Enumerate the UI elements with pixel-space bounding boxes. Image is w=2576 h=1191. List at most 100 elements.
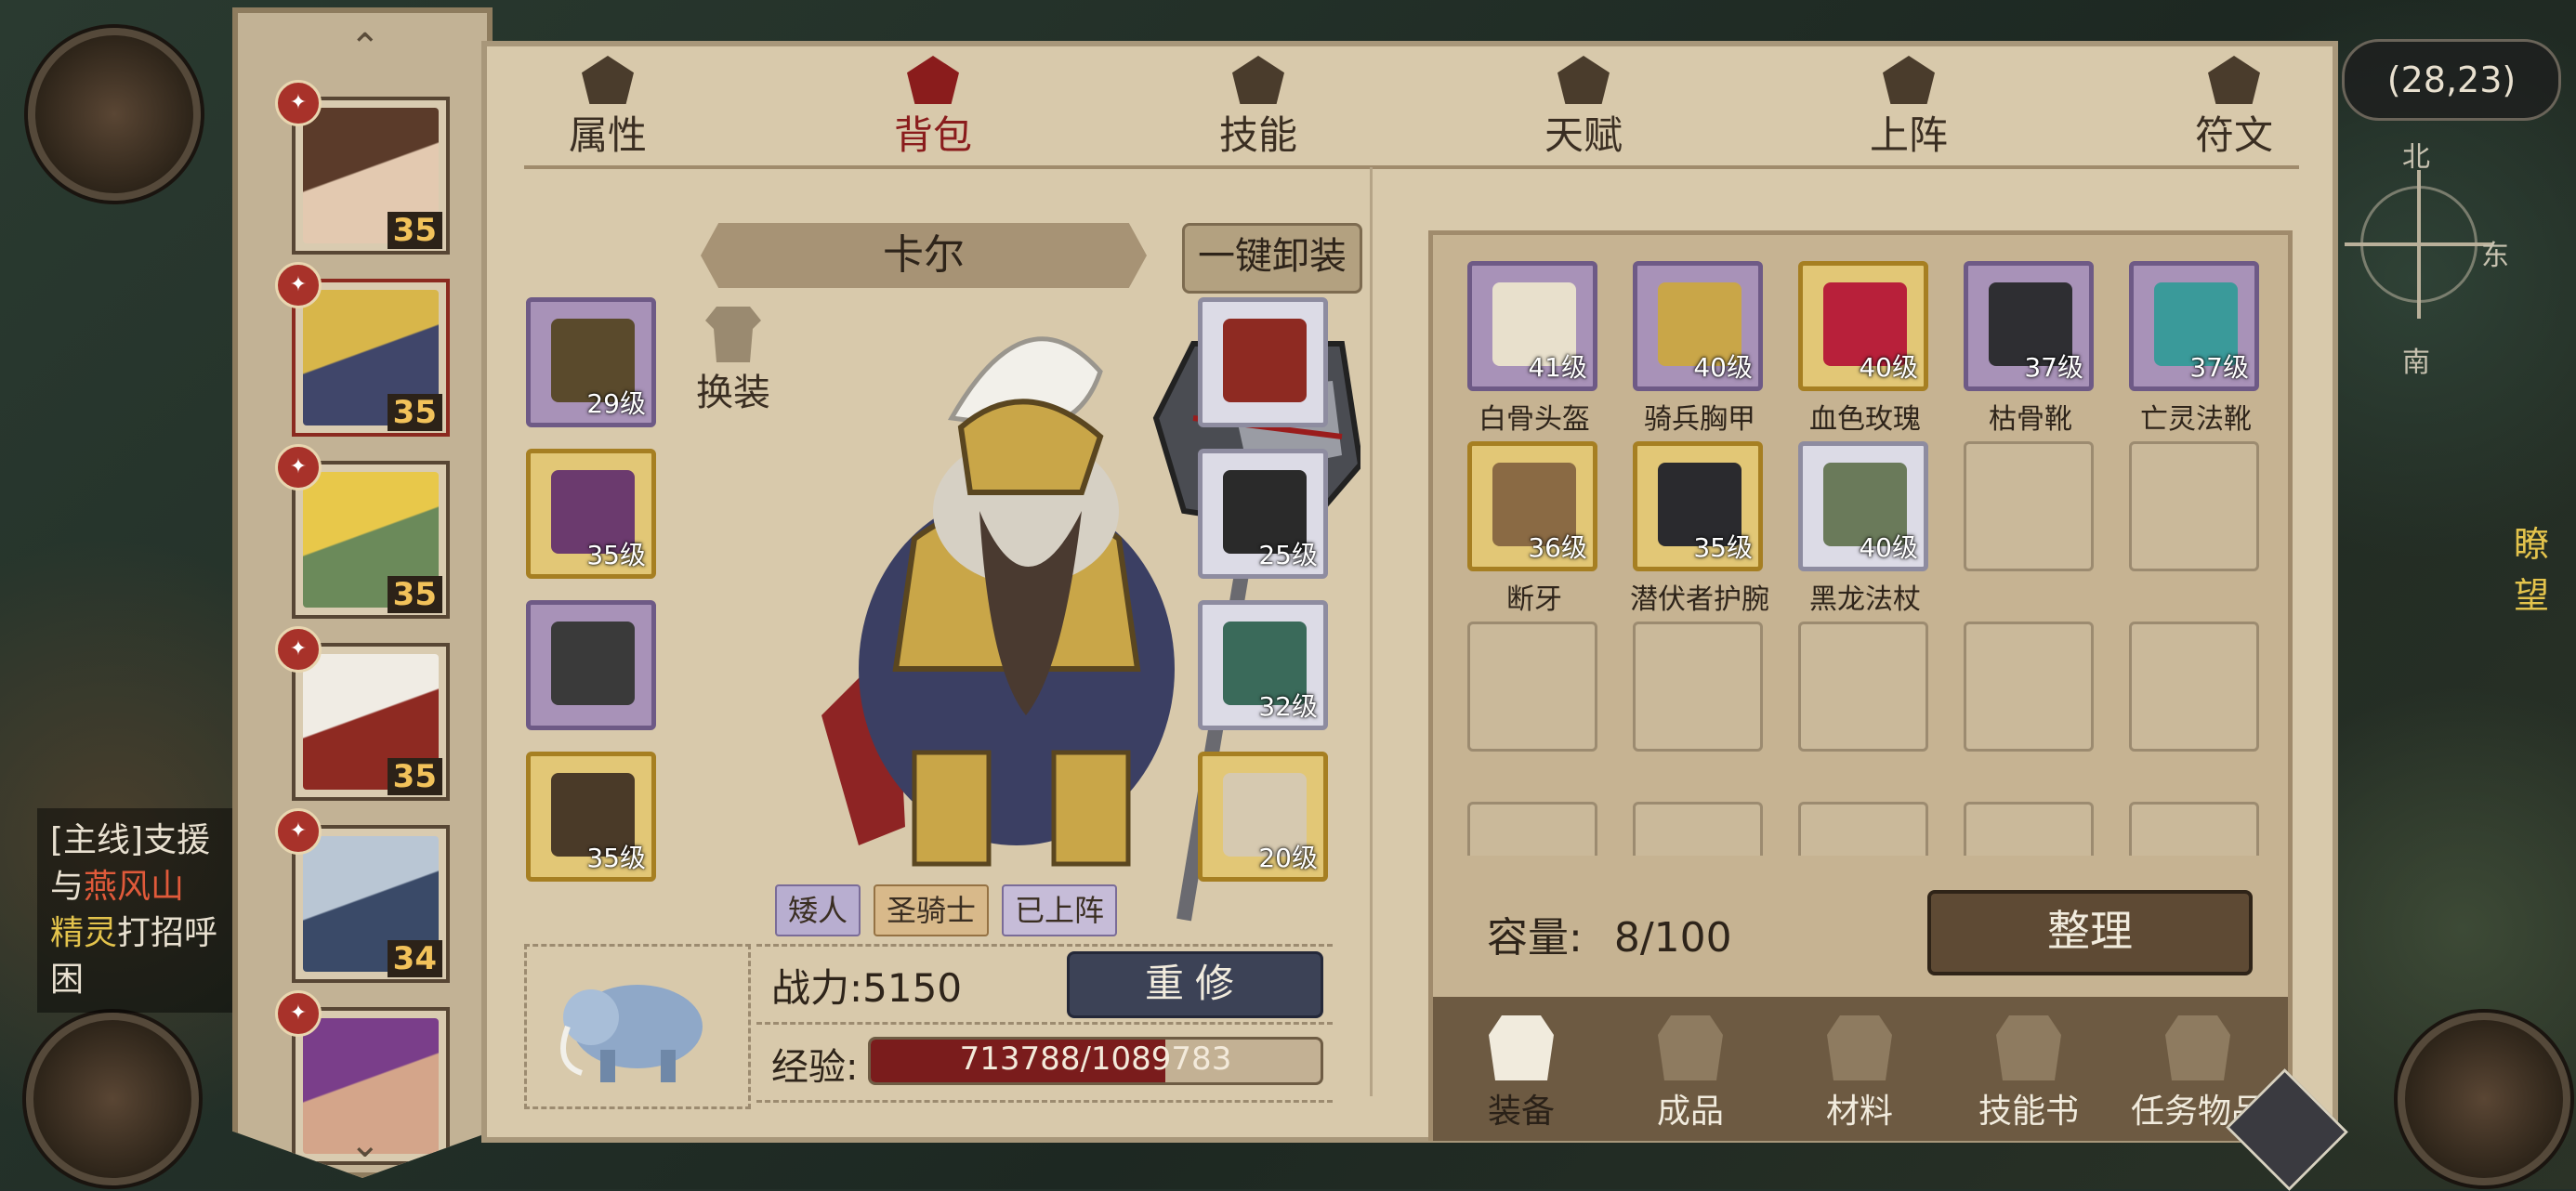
character-tag: 已上阵 bbox=[1002, 884, 1118, 936]
watch-label[interactable]: 瞭望 bbox=[2514, 516, 2576, 618]
empty-slot-frame bbox=[2129, 441, 2259, 571]
tab-3[interactable]: 技能 bbox=[1189, 56, 1328, 161]
equipment-slot[interactable]: 20级 bbox=[1198, 752, 1328, 882]
hero-card[interactable]: ✦ 35 bbox=[275, 262, 450, 437]
equipment-slot[interactable] bbox=[526, 600, 656, 730]
empty-inventory-slot[interactable] bbox=[1630, 802, 1769, 856]
quest-action: 打招呼 bbox=[117, 914, 218, 952]
inventory-item[interactable]: 36级断牙 bbox=[1465, 441, 1604, 618]
empty-inventory-slot[interactable] bbox=[1465, 802, 1604, 856]
tab-label: 符文 bbox=[2194, 112, 2273, 158]
quest-location: 燕风山 bbox=[84, 868, 185, 906]
compass-rose-icon bbox=[2345, 170, 2493, 319]
equipment-slot[interactable]: 37级 bbox=[2129, 261, 2259, 391]
tab-icon bbox=[2208, 56, 2260, 104]
tab-5[interactable]: 上阵 bbox=[1839, 56, 1978, 161]
tab-4[interactable]: 天赋 bbox=[1514, 56, 1653, 161]
divider bbox=[756, 1022, 1333, 1025]
hero-card[interactable]: ✦ 35 bbox=[275, 80, 450, 255]
tab-label: 上阵 bbox=[1869, 112, 1948, 158]
empty-inventory-slot[interactable] bbox=[1630, 622, 1769, 798]
equipment-slot[interactable]: 35级 bbox=[526, 752, 656, 882]
quest-text-tail: 困 bbox=[50, 961, 85, 999]
inventory-item[interactable]: 40级骑兵胸甲 bbox=[1630, 261, 1769, 438]
category-tab[interactable]: 技能书 bbox=[1950, 1015, 2108, 1132]
coordinate-display: (28,23) bbox=[2342, 39, 2561, 121]
empty-inventory-slot[interactable] bbox=[1465, 622, 1604, 798]
town-button[interactable] bbox=[2398, 1013, 2570, 1185]
tab-label: 背包 bbox=[893, 112, 972, 158]
tab-6[interactable]: 符文 bbox=[2164, 56, 2304, 161]
empty-inventory-slot[interactable] bbox=[1795, 622, 1935, 798]
category-icon bbox=[2165, 1015, 2230, 1080]
empty-slot-frame bbox=[1798, 802, 1928, 856]
equipment-slot[interactable]: 32级 bbox=[1198, 600, 1328, 730]
hero-level: 34 bbox=[387, 940, 442, 977]
item-name: 血色玫瑰 bbox=[1809, 403, 1921, 436]
mammoth-pet-icon bbox=[560, 985, 703, 1082]
hero-card[interactable]: ✦ 35 bbox=[275, 444, 450, 619]
empty-inventory-slot[interactable] bbox=[1961, 802, 2100, 856]
swap-outfit-button[interactable]: 换装 bbox=[682, 307, 784, 416]
bottom-left-menu-button[interactable] bbox=[26, 1013, 199, 1185]
equipment-slot[interactable]: 35级 bbox=[526, 449, 656, 579]
inventory-item[interactable]: 37级 亡灵法靴 bbox=[2126, 261, 2264, 438]
tab-label: 属性 bbox=[568, 112, 647, 158]
tab-bar: 属性 背包 技能 天赋 上阵 符文 bbox=[487, 46, 2333, 158]
hero-card[interactable]: ✦ 35 bbox=[275, 626, 450, 801]
item-name: 断牙 bbox=[1506, 583, 1562, 616]
equipment-slot[interactable]: 35级 bbox=[1633, 441, 1763, 571]
category-tab[interactable]: 材料 bbox=[1781, 1015, 1939, 1132]
empty-slot-frame bbox=[1467, 622, 1597, 752]
hero-card[interactable]: ✦ 34 bbox=[275, 808, 450, 983]
tab-1[interactable]: 属性 bbox=[538, 56, 677, 161]
panel-divider bbox=[1370, 167, 1373, 1096]
scroll-up-arrow-icon[interactable]: ⌃ bbox=[349, 26, 381, 69]
empty-inventory-slot[interactable] bbox=[2126, 802, 2264, 856]
sort-button[interactable]: 整理 bbox=[1927, 890, 2253, 975]
equipment-slot[interactable]: 40级 bbox=[1633, 261, 1763, 391]
scroll-down-arrow-icon[interactable]: ⌄ bbox=[349, 1123, 381, 1166]
equipment-slot[interactable] bbox=[1198, 297, 1328, 427]
empty-inventory-slot[interactable] bbox=[1961, 441, 2100, 618]
equipment-slot[interactable]: 36级 bbox=[1467, 441, 1597, 571]
equipment-slot[interactable]: 41级 bbox=[1467, 261, 1597, 391]
empty-slot-frame bbox=[1633, 622, 1763, 752]
quest-npc: 精灵 bbox=[50, 914, 118, 952]
item-level: 37级 bbox=[2189, 352, 2249, 383]
inventory-item[interactable]: 40级血色玫瑰 bbox=[1795, 261, 1935, 438]
exp-value: 713788/1089783 bbox=[959, 1040, 1232, 1078]
category-tab[interactable]: 装备 bbox=[1442, 1015, 1600, 1132]
equipment-slot[interactable]: 25级 bbox=[1198, 449, 1328, 579]
empty-inventory-slot[interactable] bbox=[2126, 441, 2264, 618]
rebuild-button[interactable]: 重修 bbox=[1067, 951, 1323, 1018]
hero-list[interactable]: ⌃ ✦ 35 ✦ 35 ✦ 35 ✦ 35 ✦ 34 ✦ ⌄ bbox=[232, 7, 493, 1178]
tab-divider bbox=[524, 165, 2299, 169]
equipment-slot[interactable]: 40级 bbox=[1798, 261, 1928, 391]
equipment-slot[interactable]: 29级 bbox=[526, 297, 656, 427]
quest-tag: [主线]支援 bbox=[50, 821, 211, 859]
character-tag: 矮人 bbox=[775, 884, 861, 936]
quest-tracker[interactable]: [主线]支援 与燕风山 精灵打招呼 困 bbox=[37, 808, 232, 1013]
empty-inventory-slot[interactable] bbox=[2126, 622, 2264, 798]
category-label: 技能书 bbox=[1978, 1093, 2079, 1131]
character-panel: 属性 背包 技能 天赋 上阵 符文 卡尔 一键卸装 换装 29级 35级 35级 25级 32级… bbox=[481, 41, 2338, 1143]
inventory-item[interactable]: 37级 枯骨靴 bbox=[1961, 261, 2100, 438]
category-icon bbox=[1658, 1015, 1723, 1080]
empty-inventory-slot[interactable] bbox=[1795, 802, 1935, 856]
equipment-slot[interactable]: 37级 bbox=[1964, 261, 2094, 391]
category-tab[interactable]: 成品 bbox=[1611, 1015, 1769, 1132]
item-name: 骑兵胸甲 bbox=[1644, 403, 1755, 436]
equipment-slot[interactable]: 40级 bbox=[1798, 441, 1928, 571]
inventory-item[interactable]: 40级 黑龙法杖 bbox=[1795, 441, 1935, 618]
tab-icon bbox=[1883, 56, 1935, 104]
empty-inventory-slot[interactable] bbox=[1961, 622, 2100, 798]
inventory-grid[interactable]: 41级 白骨头盔 40级 骑兵胸甲 40级 血色玫瑰 37级 枯骨靴 37级 亡灵法靴 36级 断牙 3… bbox=[1465, 261, 2264, 856]
empty-slot-frame bbox=[1633, 802, 1763, 856]
inventory-item[interactable]: 41级 白骨头盔 bbox=[1465, 261, 1604, 438]
player-avatar-button[interactable] bbox=[28, 28, 201, 201]
pet-slot[interactable] bbox=[524, 944, 751, 1109]
inventory-item[interactable]: 35级 潜伏者护腕 bbox=[1630, 441, 1769, 618]
item-level: 37级 bbox=[2024, 352, 2083, 383]
tab-2[interactable]: 背包 bbox=[863, 56, 1003, 161]
